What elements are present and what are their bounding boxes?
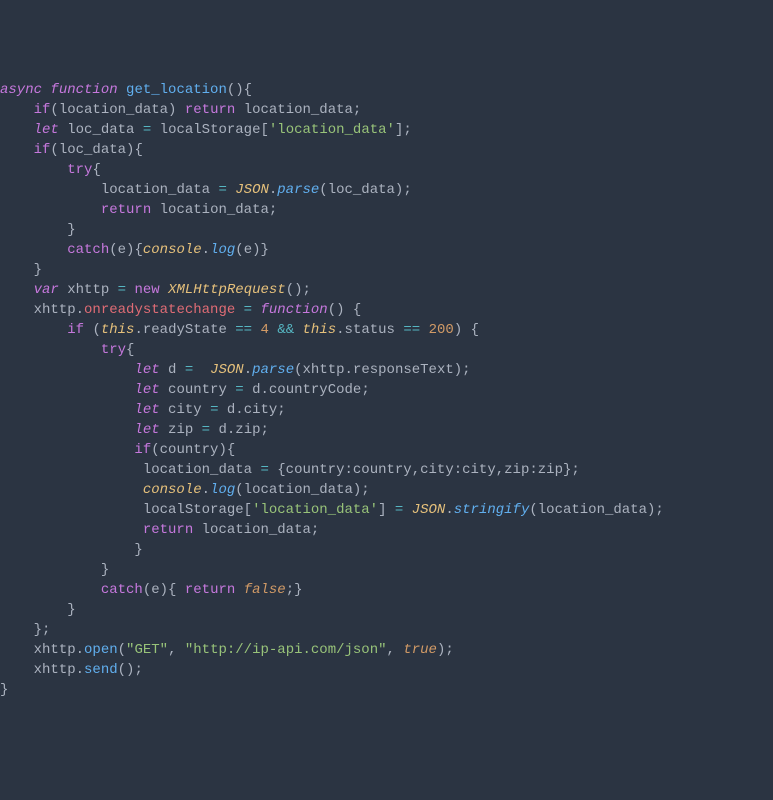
code-line: xhttp.onreadystatechange = function() { — [0, 300, 773, 320]
code-line: xhttp.send(); — [0, 660, 773, 680]
code-line: if (this.readyState == 4 && this.status … — [0, 320, 773, 340]
code-line: let country = d.countryCode; — [0, 380, 773, 400]
code-line: }; — [0, 620, 773, 640]
code-line: localStorage['location_data'] = JSON.str… — [0, 500, 773, 520]
code-line: } — [0, 680, 773, 700]
code-line: var xhttp = new XMLHttpRequest(); — [0, 280, 773, 300]
code-line: if(loc_data){ — [0, 140, 773, 160]
code-line: if(country){ — [0, 440, 773, 460]
code-line: } — [0, 220, 773, 240]
code-line: async function get_location(){ — [0, 80, 773, 100]
code-line: let d = JSON.parse(xhttp.responseText); — [0, 360, 773, 380]
code-line: } — [0, 540, 773, 560]
code-line: location_data = JSON.parse(loc_data); — [0, 180, 773, 200]
code-line: try{ — [0, 160, 773, 180]
code-editor[interactable]: async function get_location(){ if(locati… — [0, 80, 773, 700]
code-line: return location_data; — [0, 520, 773, 540]
code-line: catch(e){ return false;} — [0, 580, 773, 600]
code-line: return location_data; — [0, 200, 773, 220]
code-line: try{ — [0, 340, 773, 360]
code-line: catch(e){console.log(e)} — [0, 240, 773, 260]
code-line: let loc_data = localStorage['location_da… — [0, 120, 773, 140]
code-line: } — [0, 560, 773, 580]
code-line: location_data = {country:country,city:ci… — [0, 460, 773, 480]
code-line: let city = d.city; — [0, 400, 773, 420]
code-line: } — [0, 600, 773, 620]
code-line: let zip = d.zip; — [0, 420, 773, 440]
code-line: xhttp.open("GET", "http://ip-api.com/jso… — [0, 640, 773, 660]
code-line: console.log(location_data); — [0, 480, 773, 500]
code-line: } — [0, 260, 773, 280]
code-line: if(location_data) return location_data; — [0, 100, 773, 120]
